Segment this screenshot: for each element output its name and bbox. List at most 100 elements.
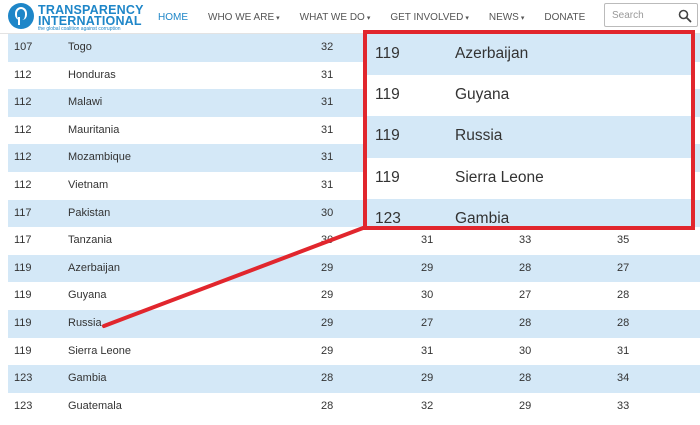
callout-cell-country: Gambia xyxy=(455,209,510,227)
cell-s3: 28 xyxy=(519,372,532,385)
cell-s1: 31 xyxy=(321,178,334,191)
cell-s4: 27 xyxy=(617,261,630,274)
cell-s1: 30 xyxy=(321,206,334,219)
table-row: 119 Azerbaijan 29 29 28 27 xyxy=(8,254,700,283)
cell-rank: 107 xyxy=(14,41,33,53)
table-row: 117 Tanzania 30 31 33 35 xyxy=(8,227,700,255)
cell-s1: 30 xyxy=(321,234,334,247)
nav-item-home[interactable]: HOME xyxy=(158,12,188,23)
cell-s4: 33 xyxy=(617,399,630,412)
nav-item-label: GET INVOLVED xyxy=(390,11,464,23)
cell-rank: 119 xyxy=(14,289,32,302)
cell-s1: 28 xyxy=(321,372,334,385)
cell-country: Gambia xyxy=(68,372,107,385)
cell-country: Guatemala xyxy=(68,399,122,412)
cell-s4: 35 xyxy=(617,234,630,247)
nav-item-news[interactable]: NEWS ▾ xyxy=(489,12,525,23)
nav-item-what-we-do[interactable]: WHAT WE DO ▾ xyxy=(300,12,371,23)
search-input[interactable] xyxy=(605,4,675,26)
nav-item-label: HOME xyxy=(158,11,188,23)
nav-item-donate[interactable]: DONATE xyxy=(544,12,585,23)
nav-item-get-involved[interactable]: GET INVOLVED ▾ xyxy=(390,12,469,23)
cell-rank: 112 xyxy=(14,123,32,136)
cell-country: Mauritania xyxy=(68,123,120,136)
cell-country: Russia xyxy=(68,316,102,329)
callout-cell-rank: 123 xyxy=(375,209,401,227)
nav-item-label: DONATE xyxy=(544,11,586,23)
callout-cell-rank: 119 xyxy=(375,168,400,186)
table-row: 119 Sierra Leone 29 31 30 31 xyxy=(8,338,700,366)
cell-s3: 29 xyxy=(519,399,532,412)
cell-rank: 123 xyxy=(14,372,33,385)
cell-country: Honduras xyxy=(68,68,116,81)
cell-s2: 30 xyxy=(421,289,434,302)
nav-item-label: NEWS xyxy=(488,11,519,23)
callout-cell-country: Russia xyxy=(455,127,503,145)
callout-row: 119 Russia xyxy=(367,116,691,158)
callout-row: 119 Guyana xyxy=(367,75,691,116)
callout-row: 123 Gambia xyxy=(367,198,691,227)
cell-country: Mozambique xyxy=(68,151,131,164)
cell-country: Sierra Leone xyxy=(68,344,131,357)
cell-s1: 31 xyxy=(321,151,334,164)
caret-down-icon: ▾ xyxy=(366,14,371,22)
cell-s2: 32 xyxy=(421,399,434,412)
cell-s2: 27 xyxy=(421,316,434,329)
cell-s3: 30 xyxy=(519,344,532,357)
cell-rank: 119 xyxy=(14,261,32,274)
callout-row: 119 Sierra Leone xyxy=(367,158,691,199)
cell-s2: 29 xyxy=(421,261,434,274)
cell-s1: 31 xyxy=(321,96,334,109)
table-row: 123 Guatemala 28 32 29 33 xyxy=(8,393,700,421)
zoomed-callout-box: 119 Azerbaijan 119 Guyana 119 Russia 119 Sierra… xyxy=(363,30,695,230)
cell-country: Tanzania xyxy=(68,234,113,247)
cell-rank: 123 xyxy=(14,399,33,412)
cell-country: Togo xyxy=(68,41,92,53)
logo-tagline: the global coalition against corruption xyxy=(38,26,121,32)
transparency-international-logo[interactable]: TRANSPARENCY INTERNATIONAL the global co… xyxy=(8,2,143,32)
table-row: 119 Russia 29 27 28 28 xyxy=(8,309,700,338)
cell-rank: 112 xyxy=(14,96,32,109)
cell-s3: 28 xyxy=(519,316,532,329)
callout-cell-country: Guyana xyxy=(455,86,510,104)
search-box xyxy=(604,3,698,27)
table-row: 123 Gambia 28 29 28 34 xyxy=(8,365,700,393)
caret-down-icon: ▾ xyxy=(520,14,525,22)
logo-globe-icon xyxy=(8,3,34,29)
callout-cell-rank: 119 xyxy=(375,127,400,145)
cell-rank: 112 xyxy=(14,151,32,164)
cell-s4: 34 xyxy=(617,372,630,385)
cell-s3: 33 xyxy=(519,234,532,247)
cell-country: Malawi xyxy=(68,96,103,109)
cell-rank: 117 xyxy=(14,206,32,219)
cell-s1: 29 xyxy=(321,289,334,302)
cell-s3: 28 xyxy=(519,261,532,274)
callout-cell-rank: 119 xyxy=(375,45,400,62)
cell-s1: 29 xyxy=(321,316,334,329)
callout-cell-rank: 119 xyxy=(375,86,400,104)
cell-country: Vietnam xyxy=(68,178,109,191)
cell-rank: 119 xyxy=(14,344,32,357)
cell-s1: 31 xyxy=(321,123,334,136)
cell-s2: 31 xyxy=(421,234,434,247)
caret-down-icon: ▾ xyxy=(465,14,469,22)
callout-cell-country: Azerbaijan xyxy=(455,45,529,62)
nav-item-who-we-are[interactable]: WHO WE ARE ▾ xyxy=(208,12,280,23)
cell-rank: 112 xyxy=(14,178,32,191)
cell-s1: 29 xyxy=(321,344,334,357)
cell-country: Azerbaijan xyxy=(68,261,120,274)
table-row: 119 Guyana 29 30 27 28 xyxy=(8,282,700,310)
cell-country: Pakistan xyxy=(68,206,111,219)
callout-row: 119 Azerbaijan xyxy=(367,34,691,76)
site-header: TRANSPARENCY INTERNATIONAL the global co… xyxy=(0,0,700,34)
callout-cell-country: Sierra Leone xyxy=(455,168,544,186)
cell-rank: 119 xyxy=(14,316,32,329)
cell-s4: 28 xyxy=(617,316,630,329)
cell-s1: 32 xyxy=(321,41,334,53)
cell-s2: 29 xyxy=(421,372,434,385)
cell-s1: 28 xyxy=(321,399,334,412)
caret-down-icon: ▾ xyxy=(276,14,280,22)
cell-rank: 112 xyxy=(14,68,32,81)
search-icon[interactable] xyxy=(678,9,692,23)
cell-s2: 31 xyxy=(421,344,434,357)
